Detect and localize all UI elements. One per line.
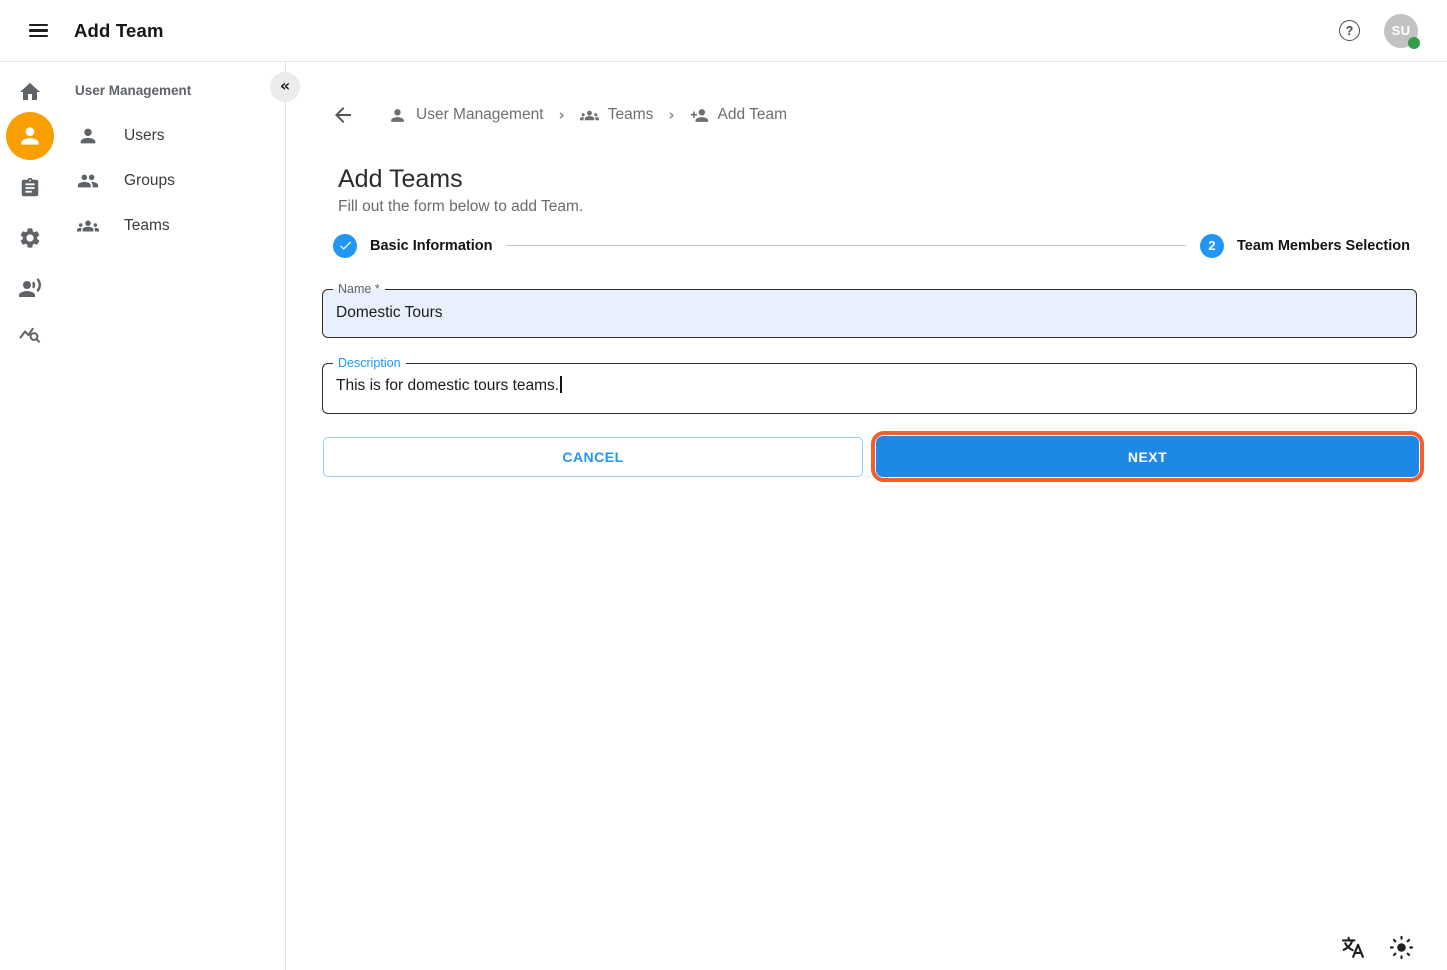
group-icon	[77, 170, 99, 192]
sidebar-item-teams[interactable]: Teams	[60, 204, 282, 248]
add-team-page: Add Team ? SU	[0, 0, 1447, 970]
step-team-members-selection[interactable]: 2 Team Members Selection	[1200, 234, 1410, 258]
breadcrumb-add-team[interactable]: Add Team	[690, 106, 788, 125]
breadcrumb: User Management › Teams › Add Team	[331, 101, 787, 129]
top-bar: Add Team ? SU	[0, 0, 1447, 62]
avatar[interactable]: SU	[1384, 14, 1418, 48]
breadcrumb-teams[interactable]: Teams	[580, 106, 654, 125]
avatar-initials: SU	[1392, 23, 1411, 38]
brightness-sun-icon[interactable]	[1388, 934, 1415, 961]
name-input[interactable]: Name * Domestic Tours	[322, 289, 1417, 338]
description-field-value: This is for domestic tours teams.	[336, 376, 562, 395]
help-icon[interactable]: ?	[1339, 20, 1360, 41]
groups-icon	[77, 215, 99, 237]
step-completed-check-icon	[333, 234, 357, 258]
name-field-value: Domestic Tours	[336, 290, 443, 336]
back-arrow-icon[interactable]	[331, 103, 355, 127]
hamburger-menu-icon[interactable]	[29, 24, 48, 37]
text-caret	[560, 376, 562, 393]
page-title: Add Team	[74, 20, 164, 42]
sidebar-item-label: Users	[124, 127, 164, 145]
next-button-highlight-ring: NEXT	[871, 431, 1424, 482]
person-add-icon	[690, 106, 709, 125]
stepper: Basic Information 2 Team Members Selecti…	[333, 233, 1410, 258]
translate-icon[interactable]	[1339, 934, 1366, 961]
sidebar-item-users[interactable]: Users	[60, 114, 282, 158]
home-icon[interactable]	[18, 80, 42, 104]
step-number-badge: 2	[1200, 234, 1224, 258]
sidebar-divider	[285, 62, 286, 970]
groups-icon	[580, 106, 599, 125]
submenu-section-title: User Management	[75, 83, 191, 98]
clipboard-icon[interactable]	[19, 177, 41, 199]
analytics-search-icon[interactable]	[18, 322, 42, 346]
sidebar-item-label: Groups	[124, 172, 175, 190]
chevron-right-icon: ›	[559, 106, 565, 124]
form-title: Add Teams	[338, 165, 463, 194]
description-input[interactable]: Description This is for domestic tours t…	[322, 363, 1417, 414]
record-voice-over-icon[interactable]	[18, 276, 42, 300]
person-icon	[77, 125, 99, 147]
description-field-label: Description	[333, 355, 406, 372]
sidebar-item-label: Teams	[124, 217, 170, 235]
step-basic-information[interactable]: Basic Information	[333, 234, 492, 258]
breadcrumb-user-management[interactable]: User Management	[388, 106, 544, 125]
sidebar-collapse-icon[interactable]: «	[270, 72, 300, 102]
online-status-dot	[1408, 37, 1420, 49]
person-icon	[388, 106, 407, 125]
sidebar-item-groups[interactable]: Groups	[60, 159, 282, 203]
cancel-button[interactable]: CANCEL	[323, 437, 863, 477]
corner-utility-icons	[1339, 934, 1415, 961]
stepper-connector-line	[506, 245, 1186, 246]
user-management-active-icon[interactable]	[6, 112, 54, 160]
chevron-right-icon: ›	[668, 106, 674, 124]
next-button[interactable]: NEXT	[876, 436, 1419, 477]
settings-gear-icon[interactable]	[18, 226, 42, 250]
form-subtitle: Fill out the form below to add Team.	[338, 198, 583, 216]
